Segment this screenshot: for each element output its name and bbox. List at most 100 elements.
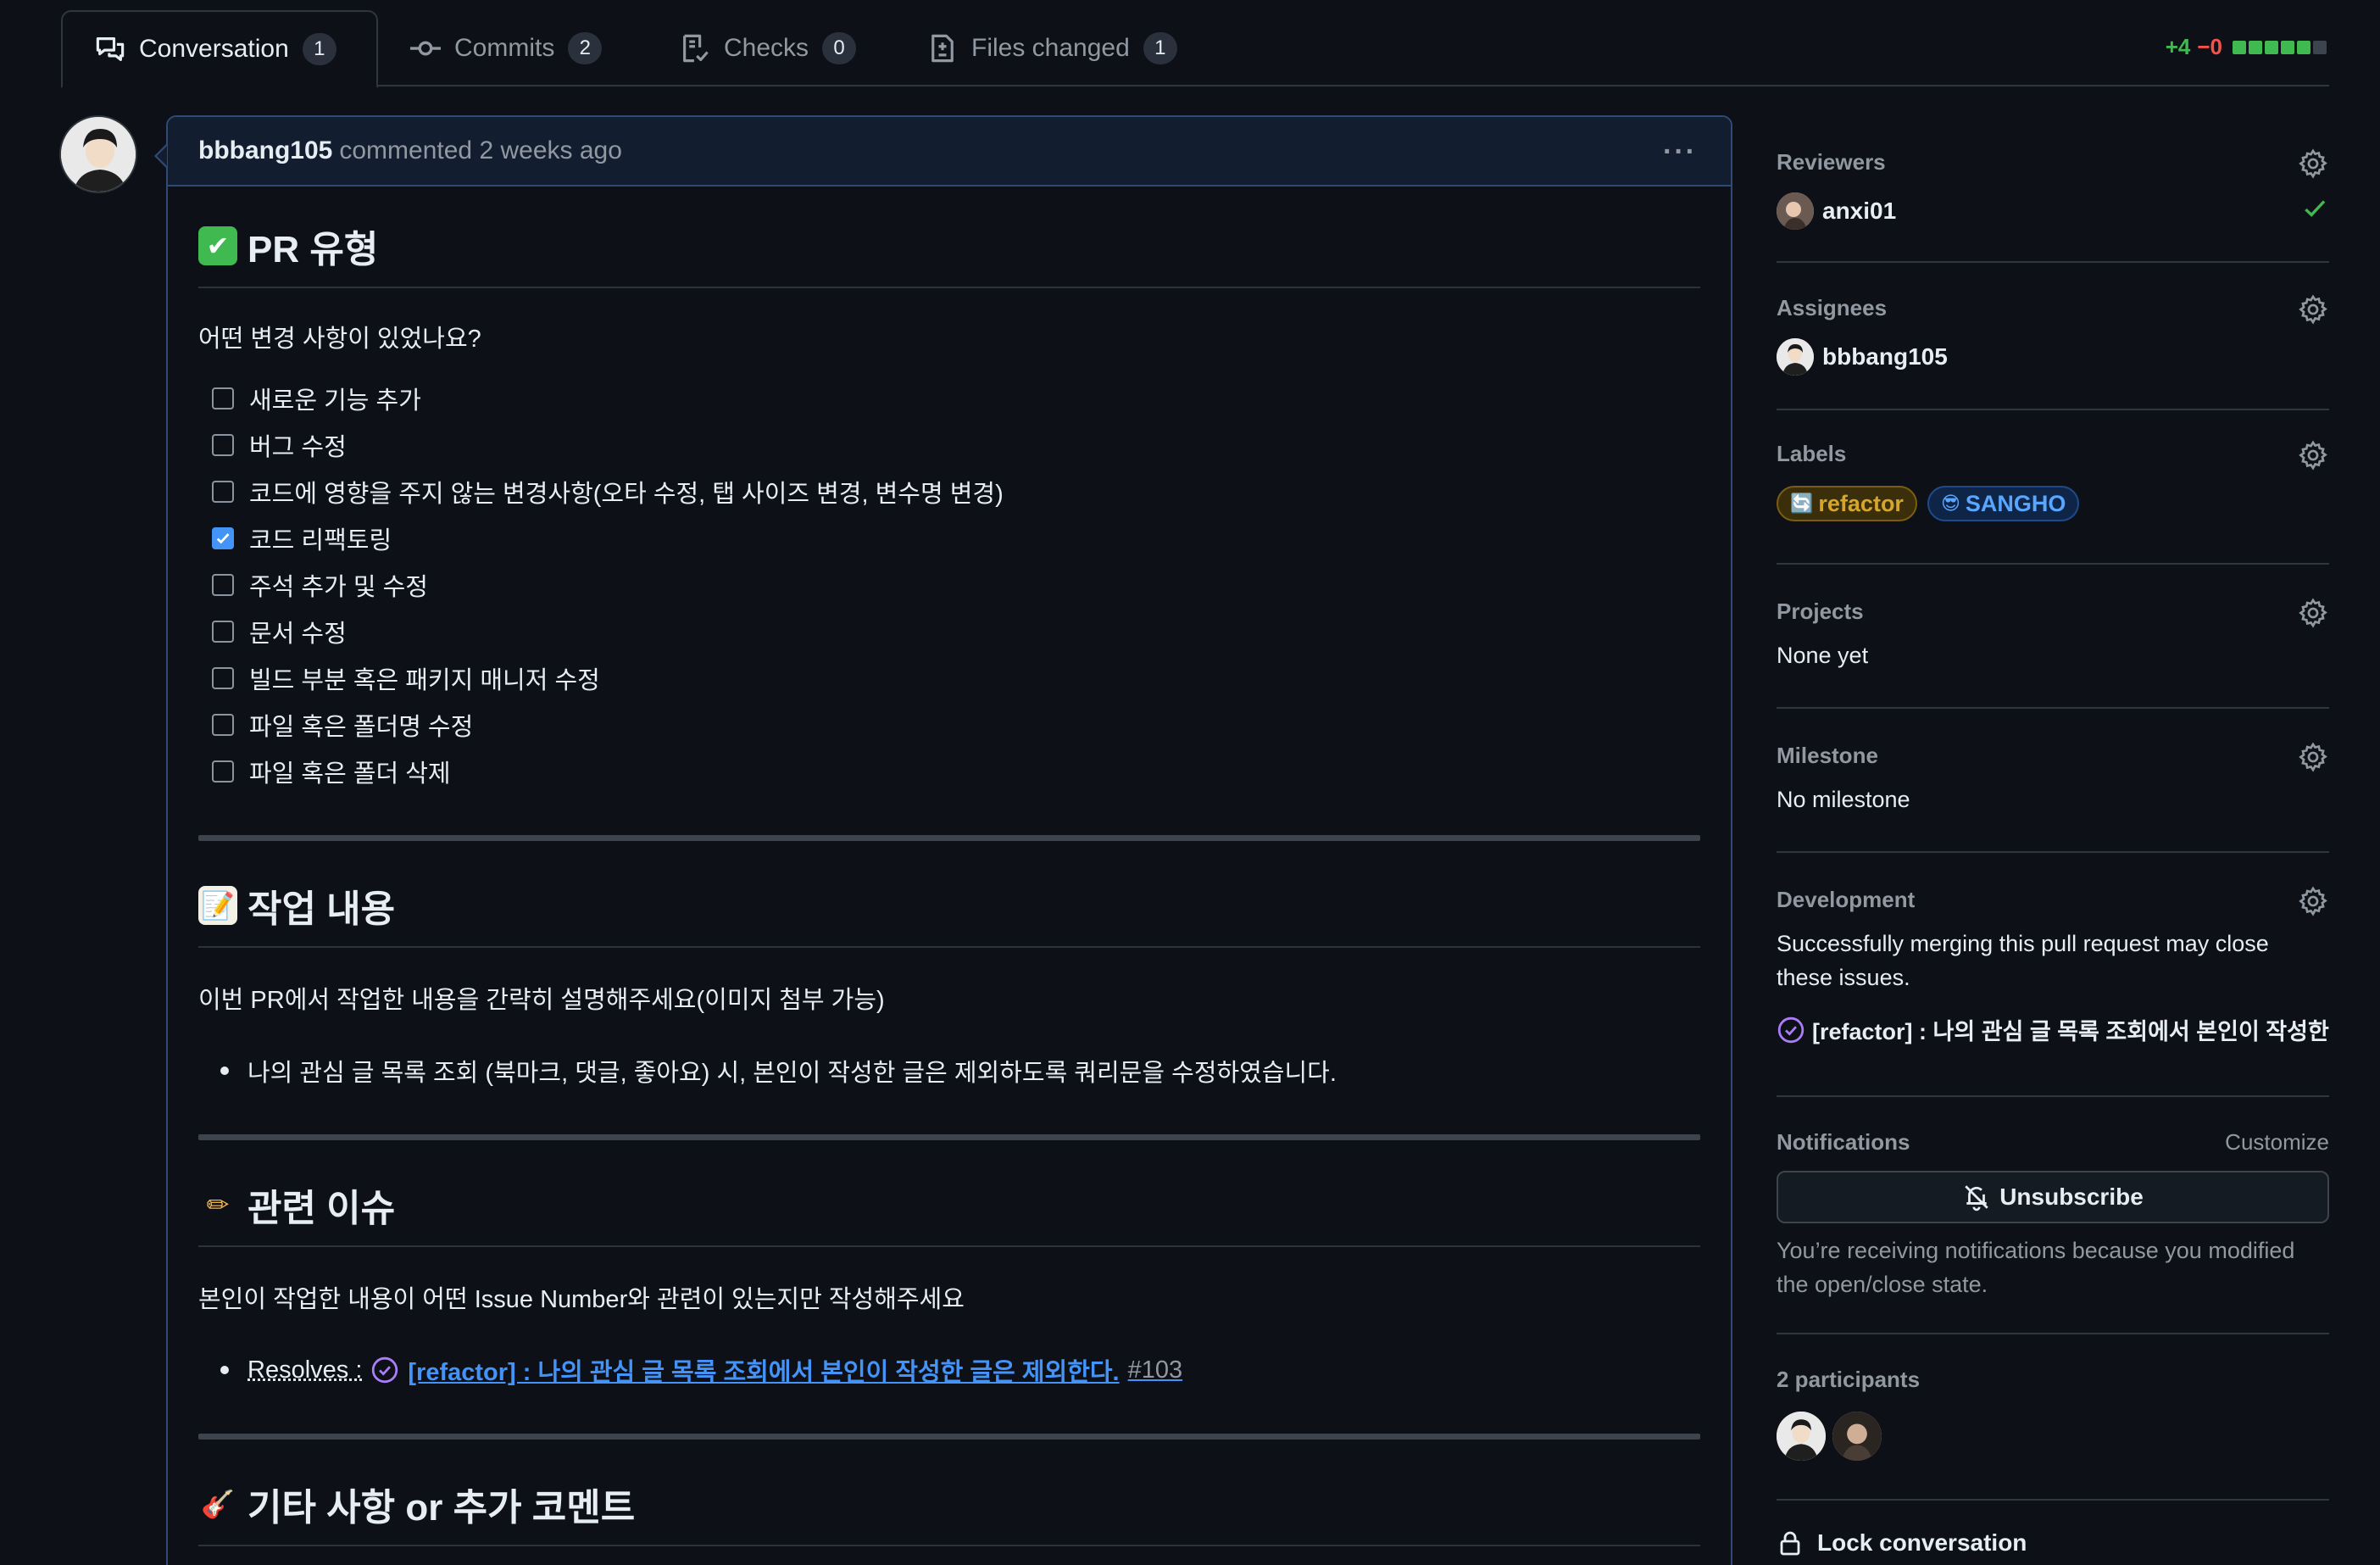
gear-icon[interactable] [2297,741,2329,773]
checklist-item: 문서 수정 [198,608,1700,654]
sidebar-participants: 2 participants [1777,1334,2329,1501]
gear-icon[interactable] [2297,148,2329,180]
checklist-item-label: 버그 수정 [249,427,347,463]
sidebar-projects: Projects None yet [1777,565,2329,709]
comment-body: ✔ PR 유형 어떤 변경 사항이 있었나요? 새로운 기능 추가 버그 수정 코드… [168,219,1731,1546]
customize-link[interactable]: Customize [2225,1129,2329,1156]
assignee-avatar [1777,338,1814,376]
gear-icon[interactable] [2297,293,2329,326]
linked-issue[interactable]: [refactor] : 나의 관심 글 목록 조회에서 본인이 작성한... [1777,1013,2329,1046]
section-title: PR 유형 [247,219,378,273]
labels-list: 🔄 refactor 😎 SANGHO [1777,486,2329,521]
lock-conversation[interactable]: Lock conversation [1777,1501,2329,1557]
sidebar-title: 2 participants [1777,1367,2329,1393]
task-checkbox[interactable] [212,574,234,596]
checklist-item-label: 파일 혹은 폴더 삭제 [249,754,451,789]
sunglasses-face-icon: 😎 [1941,493,1960,515]
checklist-item: 코드 리팩토링 [198,515,1700,561]
divider [198,1434,1700,1440]
task-checkbox[interactable] [212,387,234,409]
issue-link[interactable]: [refactor] : 나의 관심 글 목록 조회에서 본인이 작성한 글은 … [408,1352,1119,1388]
comment-header: bbbang105 commented 2 weeks ago ··· [168,117,1731,187]
tab-count: 0 [822,32,856,64]
memo-icon: 📝 [198,886,237,925]
author-avatar[interactable] [59,115,137,193]
sidebar-notifications: Notifications Customize Unsubscribe You’… [1777,1097,2329,1334]
gear-icon[interactable] [2297,885,2329,917]
checklist-item: 파일 혹은 폴더명 수정 [198,701,1700,748]
task-checkbox[interactable] [212,621,234,643]
kebab-menu-icon[interactable]: ··· [1663,136,1697,169]
participant-avatar[interactable] [1777,1412,1826,1461]
checklist-item: 새로운 기능 추가 [198,375,1700,421]
issue-closed-icon [1777,1016,1805,1044]
linked-issue-title: [refactor] : 나의 관심 글 목록 조회에서 본인이 작성한... [1812,1013,2329,1046]
tab-label: Checks [724,34,809,63]
assignee-row[interactable]: bbbang105 [1777,338,2329,376]
checklist-item-label: 문서 수정 [249,614,347,649]
section-title: 관련 이슈 [247,1178,395,1232]
sidebar-title[interactable]: Projects [1777,599,2329,625]
tab-label: Commits [454,34,554,63]
divider [198,1134,1700,1140]
issue-number[interactable]: #103 [1128,1356,1183,1384]
sidebar-title[interactable]: Milestone [1777,743,2329,769]
tab-conversation[interactable]: Conversation 1 [61,10,378,88]
label-name: refactor [1818,491,1904,517]
checklist-item: 버그 수정 [198,421,1700,468]
sidebar-title[interactable]: Assignees [1777,295,2329,321]
gear-icon[interactable] [2297,439,2329,471]
work-description: 이번 PR에서 작업한 내용을 간략히 설명해주세요(이미지 첨부 가능) [198,980,1700,1016]
development-text: Successfully merging this pull request m… [1777,927,2329,994]
comment-author[interactable]: bbbang105 [198,136,332,165]
pr-sidebar: Reviewers anxi01 Assignees bbbang105 Lab… [1777,115,2329,1557]
tab-files-changed[interactable]: Files changed 1 [926,10,1177,86]
work-bullet-text: 나의 관심 글 목록 조회 (북마크, 댓글, 좋아요) 시, 본인이 작성한 … [247,1053,1337,1089]
tab-checks[interactable]: Checks 0 [678,10,856,86]
check-mark-icon: ✔ [198,226,237,265]
task-checkbox[interactable] [212,434,234,456]
unsubscribe-label: Unsubscribe [1999,1183,2144,1211]
task-checkbox[interactable] [212,527,234,549]
diffstat: +4 −0 [2166,34,2329,60]
diffstat-deletions: −0 [2197,34,2222,60]
participant-avatar[interactable] [1832,1412,1882,1461]
assignee-name: bbbang105 [1822,343,1948,370]
task-checkbox[interactable] [212,714,234,736]
task-checkbox[interactable] [212,481,234,503]
diffstat-block [2281,41,2294,54]
sidebar-title[interactable]: Development [1777,887,2329,913]
git-commit-icon [409,31,442,65]
bullet-dot [220,1366,229,1374]
task-checkbox[interactable] [212,760,234,782]
pr-type-checklist: 새로운 기능 추가버그 수정코드에 영향을 주지 않는 변경사항(오타 수정, … [198,375,1700,794]
label-refactor[interactable]: 🔄 refactor [1777,486,1917,521]
milestone-value: No milestone [1777,782,2329,816]
sidebar-reviewers: Reviewers anxi01 [1777,115,2329,263]
section-heading-issue: ✏ 관련 이슈 [198,1178,1700,1247]
participants-avatars [1777,1412,2329,1461]
checklist-item-label: 주석 추가 및 수정 [249,567,428,603]
pencil-icon: ✏ [198,1185,237,1224]
tab-count: 1 [303,33,336,65]
task-checkbox[interactable] [212,667,234,689]
checklist-item-label: 코드 리팩토링 [249,521,392,556]
sidebar-title[interactable]: Labels [1777,441,2329,467]
resolves-label: Resolves : [247,1356,362,1384]
unsubscribe-button[interactable]: Unsubscribe [1777,1171,2329,1223]
label-sangho[interactable]: 😎 SANGHO [1927,486,2079,521]
checklist-item-label: 파일 혹은 폴더명 수정 [249,707,473,743]
checklist-item-label: 새로운 기능 추가 [249,381,421,416]
tab-commits[interactable]: Commits 2 [409,10,602,86]
diffstat-block [2249,41,2262,54]
bell-slash-icon [1962,1183,1991,1211]
sidebar-title[interactable]: Reviewers [1777,149,2329,175]
checklist-item-label: 코드에 영향을 주지 않는 변경사항(오타 수정, 탭 사이즈 변경, 변수명 … [249,474,1004,510]
diffstat-blocks [2233,41,2329,54]
reviewer-row[interactable]: anxi01 [1777,192,2329,230]
sidebar-assignees: Assignees bbbang105 [1777,263,2329,410]
sidebar-labels: Labels 🔄 refactor 😎 SANGHO [1777,410,2329,565]
lock-label: Lock conversation [1817,1529,2027,1557]
sidebar-development: Development Successfully merging this pu… [1777,853,2329,1097]
gear-icon[interactable] [2297,597,2329,629]
